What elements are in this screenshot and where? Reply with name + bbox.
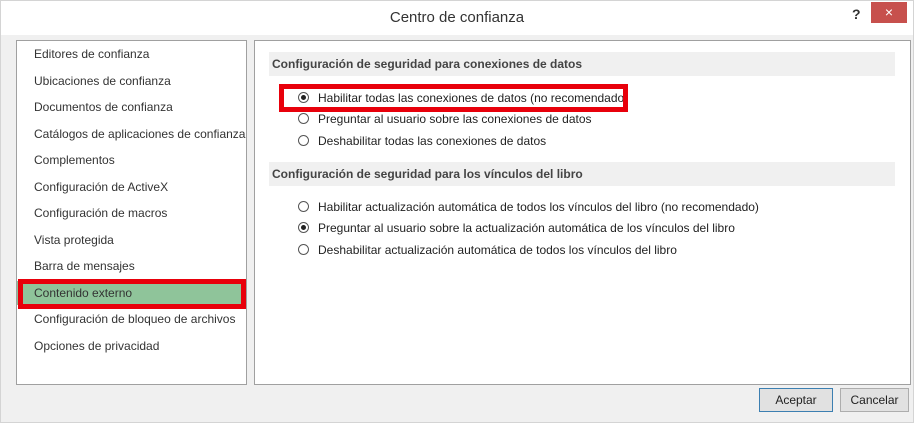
highlight-box-enable-option: [279, 84, 628, 112]
radio-label: Preguntar al usuario sobre la actualizac…: [318, 221, 735, 235]
help-button[interactable]: ?: [852, 6, 861, 22]
radio-label: Deshabilitar todas las conexiones de dat…: [318, 134, 547, 148]
radio-button-icon[interactable]: [298, 113, 309, 124]
trust-center-dialog: Centro de confianza ? × Editores de conf…: [0, 0, 914, 423]
close-button[interactable]: ×: [871, 2, 907, 23]
highlight-box-external-content: [18, 279, 246, 309]
sidebar: Editores de confianza Ubicaciones de con…: [16, 40, 247, 385]
dialog-title: Centro de confianza: [389, 9, 525, 26]
sidebar-item-trusted-app-catalogs[interactable]: Catálogos de aplicaciones de confianza: [17, 122, 246, 146]
sidebar-item-activex[interactable]: Configuración de ActiveX: [17, 175, 246, 199]
sidebar-item-message-bar[interactable]: Barra de mensajes: [17, 254, 246, 278]
sidebar-item-trusted-publishers[interactable]: Editores de confianza: [17, 42, 246, 66]
radio-button-icon[interactable]: [298, 201, 309, 212]
radio-button-icon[interactable]: [298, 244, 309, 255]
radio-button-icon[interactable]: [298, 222, 309, 233]
cancel-button[interactable]: Cancelar: [840, 388, 909, 412]
section-header-data-connections: Configuración de seguridad para conexion…: [269, 52, 895, 76]
sidebar-item-file-block[interactable]: Configuración de bloqueo de archivos: [17, 307, 246, 331]
sidebar-item-protected-view[interactable]: Vista protegida: [17, 228, 246, 252]
radio-button-icon[interactable]: [298, 135, 309, 146]
sidebar-item-addins[interactable]: Complementos: [17, 148, 246, 172]
radio-label: Deshabilitar actualización automática de…: [318, 243, 677, 257]
radio-label: Habilitar actualización automática de to…: [318, 200, 759, 214]
title-bar: Centro de confianza ? ×: [1, 1, 913, 35]
sidebar-item-trusted-documents[interactable]: Documentos de confianza: [17, 95, 246, 119]
section-header-workbook-links: Configuración de seguridad para los vínc…: [269, 162, 895, 186]
ok-button[interactable]: Aceptar: [759, 388, 833, 412]
sidebar-item-privacy[interactable]: Opciones de privacidad: [17, 334, 246, 358]
sidebar-item-trusted-locations[interactable]: Ubicaciones de confianza: [17, 69, 246, 93]
radio-label: Preguntar al usuario sobre las conexione…: [318, 112, 592, 126]
sidebar-item-macros[interactable]: Configuración de macros: [17, 201, 246, 225]
